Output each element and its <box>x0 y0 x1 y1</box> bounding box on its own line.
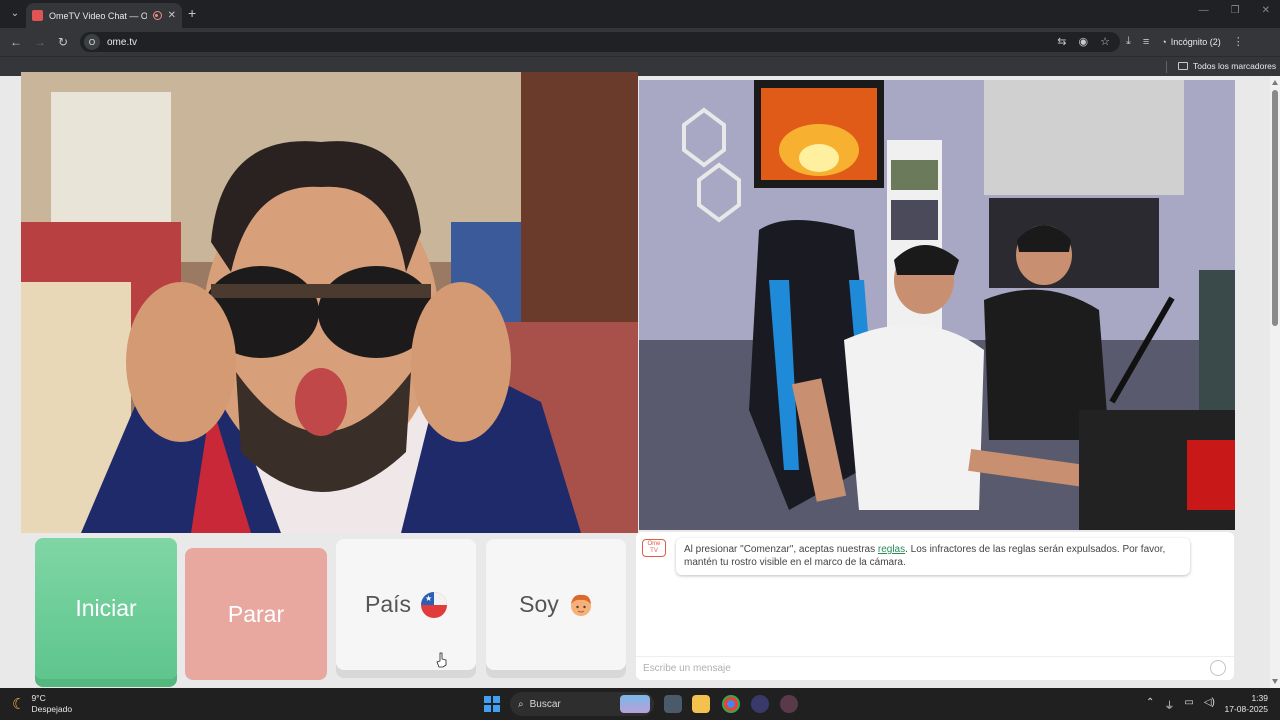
eye-off-icon[interactable]: ◉ <box>1079 35 1089 48</box>
address-bar[interactable]: O ome.tv ⇆ ◉ ☆ <box>80 32 1120 52</box>
start-button[interactable]: Iniciar <box>35 538 177 679</box>
message-input-placeholder: Escribe un mensaje <box>643 663 731 674</box>
stop-label: Parar <box>227 600 285 627</box>
translate-icon[interactable]: ⇆ <box>1057 35 1066 48</box>
reload-icon[interactable]: ↻ <box>58 35 68 49</box>
kebab-menu-icon[interactable]: ⋮ <box>1233 35 1244 48</box>
back-arrow-icon[interactable]: ← <box>10 35 22 49</box>
search-label: Buscar <box>529 698 561 710</box>
chrome-icon[interactable] <box>722 695 740 713</box>
boy-avatar-icon <box>570 594 591 616</box>
rules-notice-before: Al presionar "Comenzar", aceptas nuestra… <box>684 544 878 555</box>
media-control-icon[interactable]: ≡ <box>1143 36 1149 48</box>
local-video-image <box>21 72 638 533</box>
scroll-down-arrow-icon[interactable] <box>1272 679 1278 684</box>
volume-icon[interactable]: ◁) <box>1204 697 1215 712</box>
restore-icon[interactable]: ❐ <box>1231 5 1240 16</box>
close-tab-icon[interactable]: ✕ <box>168 10 176 21</box>
all-bookmarks-button[interactable]: Todos los marcadores <box>1178 61 1276 71</box>
ometv-logo: Ome TV <box>642 539 666 557</box>
system-tray: ⌃ ⏚ ▭ ◁) <box>1146 697 1215 712</box>
country-label: País <box>364 591 412 617</box>
bookmarks-divider <box>1166 61 1167 73</box>
recorder-app-icon[interactable] <box>780 695 798 713</box>
new-tab-plus-icon[interactable]: + <box>188 5 196 21</box>
search-highlight-image <box>620 695 650 713</box>
moon-icon: ☾ <box>12 696 26 713</box>
stop-button[interactable]: Parar <box>185 548 327 680</box>
forward-arrow-icon[interactable]: → <box>34 35 46 49</box>
rules-notice: Al presionar "Comenzar", aceptas nuestra… <box>676 538 1190 575</box>
window-controls: — ❐ ✕ <box>1199 5 1270 16</box>
gender-label: Soy <box>519 591 559 617</box>
network-icon[interactable]: ▭ <box>1184 697 1193 712</box>
remote-video-image <box>639 80 1235 530</box>
all-bookmarks-label: Todos los marcadores <box>1193 61 1277 71</box>
start-label: Iniciar <box>75 595 137 621</box>
minimize-icon[interactable]: — <box>1199 5 1209 16</box>
recording-icon <box>152 11 162 20</box>
bookmark-star-icon[interactable]: ☆ <box>1100 35 1110 48</box>
task-view-icon[interactable] <box>664 695 682 713</box>
taskbar-search[interactable]: ⌕ Buscar <box>510 692 654 716</box>
weather-condition: Despejado <box>31 704 73 714</box>
windows-taskbar: ☾ 9°C Despejado ⌕ Buscar ⌃ ⏚ ▭ ◁) 1:39 1… <box>0 688 1280 720</box>
clock-time: 1:39 <box>1251 693 1268 703</box>
windows-start-icon[interactable] <box>484 696 500 712</box>
scroll-up-arrow-icon[interactable] <box>1272 80 1278 85</box>
site-info-icon[interactable]: O <box>84 34 100 50</box>
download-icon[interactable]: ⤓ <box>1126 35 1131 48</box>
browser-toolbar: ← → ↻ O ome.tv ⇆ ◉ ☆ ⤓ ≡ ◔ Incógnito (2)… <box>0 28 1280 56</box>
clock-date: 17-08-2025 <box>1224 704 1268 714</box>
tab-search-chevron-icon[interactable]: ⌄ <box>6 6 24 22</box>
country-selector-button[interactable]: País ★ <box>336 539 476 670</box>
folder-icon <box>1178 62 1188 70</box>
incognito-indicator[interactable]: ◔ Incógnito (2) <box>1161 37 1220 47</box>
incognito-label: Incógnito (2) <box>1170 36 1221 47</box>
tab-strip: ⌄ OmeTV Video Chat — Ome ✕ + — ❐ ✕ <box>0 0 1280 28</box>
app-icon[interactable] <box>751 695 769 713</box>
rules-link[interactable]: reglas <box>878 544 905 555</box>
temperature: 9°C <box>31 693 46 703</box>
ometv-page: Iniciar Parar País ★ Soy Ome TV Al presi… <box>0 72 1270 688</box>
chat-panel: Ome TV Al presionar "Comenzar", aceptas … <box>636 532 1234 680</box>
gender-selector-button[interactable]: Soy <box>486 539 626 670</box>
emoji-icon[interactable] <box>1210 660 1226 676</box>
page-scrollbar[interactable] <box>1270 76 1280 688</box>
search-icon: ⌕ <box>518 698 524 710</box>
hand-cursor-icon <box>436 652 447 668</box>
microphone-icon[interactable]: ⏚ <box>1164 697 1174 712</box>
message-input[interactable]: Escribe un mensaje <box>636 656 1234 680</box>
taskbar-clock[interactable]: 1:39 17-08-2025 <box>1225 693 1268 715</box>
chevron-up-icon[interactable]: ⌃ <box>1146 697 1154 712</box>
chile-flag-icon: ★ <box>421 591 448 618</box>
weather-widget[interactable]: ☾ 9°C Despejado <box>12 693 72 715</box>
tab-ometv[interactable]: OmeTV Video Chat — Ome ✕ <box>26 3 182 28</box>
incognito-icon: ◔ <box>1161 36 1167 47</box>
ometv-favicon-icon <box>32 10 43 21</box>
tab-title: OmeTV Video Chat — Ome <box>49 10 147 21</box>
file-explorer-icon[interactable] <box>692 695 710 713</box>
scroll-thumb[interactable] <box>1272 90 1278 326</box>
local-video-feed <box>21 72 638 533</box>
url-text[interactable]: ome.tv <box>107 37 137 48</box>
remote-video-feed <box>639 80 1235 530</box>
close-window-icon[interactable]: ✕ <box>1262 5 1270 16</box>
